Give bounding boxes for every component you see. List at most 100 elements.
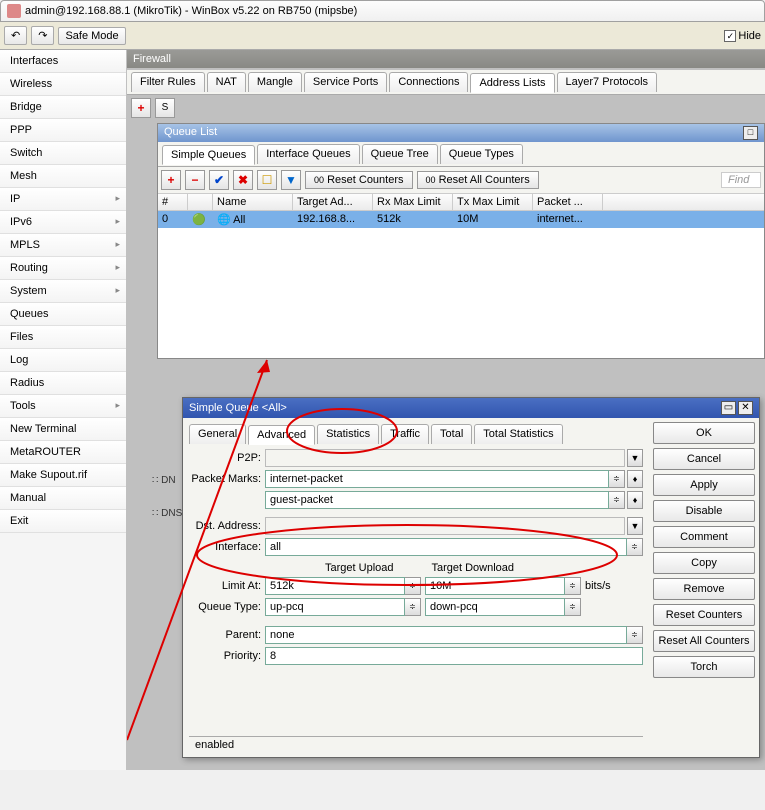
tree-node-dn[interactable]: ∷ DN bbox=[152, 475, 182, 486]
tab-simplequeues[interactable]: Simple Queues bbox=[162, 145, 255, 165]
tab-general[interactable]: General bbox=[189, 424, 246, 444]
torch-button[interactable]: Torch bbox=[653, 656, 755, 678]
sidebar-item-switch[interactable]: Switch bbox=[0, 142, 126, 165]
tab-layer7protocols[interactable]: Layer7 Protocols bbox=[557, 72, 658, 92]
sidebar-item-metarouter[interactable]: MetaROUTER bbox=[0, 441, 126, 464]
sidebar-item-system[interactable]: System bbox=[0, 280, 126, 303]
sidebar-item-ppp[interactable]: PPP bbox=[0, 119, 126, 142]
add-button[interactable]: + bbox=[131, 98, 151, 118]
ok-button[interactable]: OK bbox=[653, 422, 755, 444]
column-header[interactable]: Rx Max Limit bbox=[373, 194, 453, 210]
tab-totalstatistics[interactable]: Total Statistics bbox=[474, 424, 562, 444]
settings-button[interactable]: S bbox=[155, 98, 175, 118]
disable-button[interactable]: ✖ bbox=[233, 170, 253, 190]
tab-total[interactable]: Total bbox=[431, 424, 472, 444]
limit-upload-field[interactable]: 512k bbox=[265, 577, 405, 595]
dropdown-icon[interactable]: ≑ bbox=[565, 577, 581, 595]
dst-address-field[interactable] bbox=[265, 517, 625, 535]
column-header[interactable] bbox=[188, 194, 213, 210]
tab-connections[interactable]: Connections bbox=[389, 72, 468, 92]
comment-button[interactable]: ☐ bbox=[257, 170, 277, 190]
remove-queue-button[interactable]: − bbox=[185, 170, 205, 190]
dropdown-icon[interactable]: ≑ bbox=[405, 598, 421, 616]
dropdown-icon[interactable]: ≑ bbox=[565, 598, 581, 616]
sidebar-item-routing[interactable]: Routing bbox=[0, 257, 126, 280]
packet-mark-2-field[interactable]: guest-packet bbox=[265, 491, 609, 509]
sidebar-item-bridge[interactable]: Bridge bbox=[0, 96, 126, 119]
filter-button[interactable]: ▼ bbox=[281, 170, 301, 190]
sidebar-item-mesh[interactable]: Mesh bbox=[0, 165, 126, 188]
tab-interfacequeues[interactable]: Interface Queues bbox=[257, 144, 359, 164]
sidebar-item-tools[interactable]: Tools bbox=[0, 395, 126, 418]
sidebar-item-queues[interactable]: Queues bbox=[0, 303, 126, 326]
p2p-expand-icon[interactable]: ▼ bbox=[627, 449, 643, 467]
redo-button[interactable]: ↷ bbox=[31, 26, 54, 45]
disable-button[interactable]: Disable bbox=[653, 500, 755, 522]
queue-type-upload-field[interactable]: up-pcq bbox=[265, 598, 405, 616]
dropdown-icon[interactable]: ≑ bbox=[405, 577, 421, 595]
tab-filterrules[interactable]: Filter Rules bbox=[131, 72, 205, 92]
dialog-title-bar: Simple Queue <All> ▭ ✕ bbox=[183, 398, 759, 418]
sidebar-item-exit[interactable]: Exit bbox=[0, 510, 126, 533]
safe-mode-button[interactable]: Safe Mode bbox=[58, 27, 125, 45]
dropdown-icon[interactable]: ≑ bbox=[609, 470, 625, 488]
tab-queuetree[interactable]: Queue Tree bbox=[362, 144, 438, 164]
tab-statistics[interactable]: Statistics bbox=[317, 424, 379, 444]
reset-all-counters-button[interactable]: 00 Reset All Counters bbox=[417, 171, 539, 189]
resetallcounters-button[interactable]: Reset All Counters bbox=[653, 630, 755, 652]
column-header[interactable]: # bbox=[158, 194, 188, 210]
dst-expand-icon[interactable]: ▼ bbox=[627, 517, 643, 535]
apply-button[interactable]: Apply bbox=[653, 474, 755, 496]
interface-field[interactable]: all bbox=[265, 538, 627, 556]
queue-row[interactable]: 0🟢🌐 All192.168.8...512k10Minternet... bbox=[158, 211, 764, 228]
find-input[interactable]: Find bbox=[721, 172, 761, 188]
p2p-field[interactable] bbox=[265, 449, 625, 467]
sidebar-item-radius[interactable]: Radius bbox=[0, 372, 126, 395]
column-header[interactable]: Target Ad... bbox=[293, 194, 373, 210]
tab-traffic[interactable]: Traffic bbox=[381, 424, 429, 444]
close-icon[interactable]: ✕ bbox=[738, 401, 753, 415]
tree-node-dns[interactable]: ∷ DNS bbox=[152, 508, 182, 519]
priority-field[interactable]: 8 bbox=[265, 647, 643, 665]
sidebar-item-files[interactable]: Files bbox=[0, 326, 126, 349]
column-header[interactable]: Tx Max Limit bbox=[453, 194, 533, 210]
sidebar-item-manual[interactable]: Manual bbox=[0, 487, 126, 510]
sidebar-item-ipv6[interactable]: IPv6 bbox=[0, 211, 126, 234]
sidebar-item-wireless[interactable]: Wireless bbox=[0, 73, 126, 96]
tab-serviceports[interactable]: Service Ports bbox=[304, 72, 387, 92]
copy-button[interactable]: Copy bbox=[653, 552, 755, 574]
queue-close-icon[interactable]: □ bbox=[743, 126, 758, 140]
tab-addresslists[interactable]: Address Lists bbox=[470, 73, 554, 93]
sidebar-item-log[interactable]: Log bbox=[0, 349, 126, 372]
parent-field[interactable]: none bbox=[265, 626, 627, 644]
tab-queuetypes[interactable]: Queue Types bbox=[440, 144, 523, 164]
queue-type-download-field[interactable]: down-pcq bbox=[425, 598, 565, 616]
sidebar-item-newterminal[interactable]: New Terminal bbox=[0, 418, 126, 441]
column-header[interactable]: Packet ... bbox=[533, 194, 603, 210]
comment-button[interactable]: Comment bbox=[653, 526, 755, 548]
column-header[interactable]: Name bbox=[213, 194, 293, 210]
packet-mark-add-icon[interactable]: ♦ bbox=[627, 491, 643, 509]
cancel-button[interactable]: Cancel bbox=[653, 448, 755, 470]
tab-nat[interactable]: NAT bbox=[207, 72, 246, 92]
dropdown-icon[interactable]: ≑ bbox=[609, 491, 625, 509]
limit-download-field[interactable]: 10M bbox=[425, 577, 565, 595]
minimize-icon[interactable]: ▭ bbox=[721, 401, 736, 415]
sidebar-item-interfaces[interactable]: Interfaces bbox=[0, 50, 126, 73]
resetcounters-button[interactable]: Reset Counters bbox=[653, 604, 755, 626]
sidebar-item-mpls[interactable]: MPLS bbox=[0, 234, 126, 257]
reset-counters-button[interactable]: 00 Reset Counters bbox=[305, 171, 413, 189]
tab-advanced[interactable]: Advanced bbox=[248, 425, 315, 445]
packet-mark-add-icon[interactable]: ♦ bbox=[627, 470, 643, 488]
remove-button[interactable]: Remove bbox=[653, 578, 755, 600]
sidebar-item-ip[interactable]: IP bbox=[0, 188, 126, 211]
dropdown-icon[interactable]: ≑ bbox=[627, 538, 643, 556]
enable-button[interactable]: ✔ bbox=[209, 170, 229, 190]
hide-checkbox[interactable]: ✓ bbox=[724, 30, 736, 42]
packet-mark-1-field[interactable]: internet-packet bbox=[265, 470, 609, 488]
undo-button[interactable]: ↶ bbox=[4, 26, 27, 45]
sidebar-item-makesupoutrif[interactable]: Make Supout.rif bbox=[0, 464, 126, 487]
add-queue-button[interactable]: + bbox=[161, 170, 181, 190]
tab-mangle[interactable]: Mangle bbox=[248, 72, 302, 92]
dropdown-icon[interactable]: ≑ bbox=[627, 626, 643, 644]
